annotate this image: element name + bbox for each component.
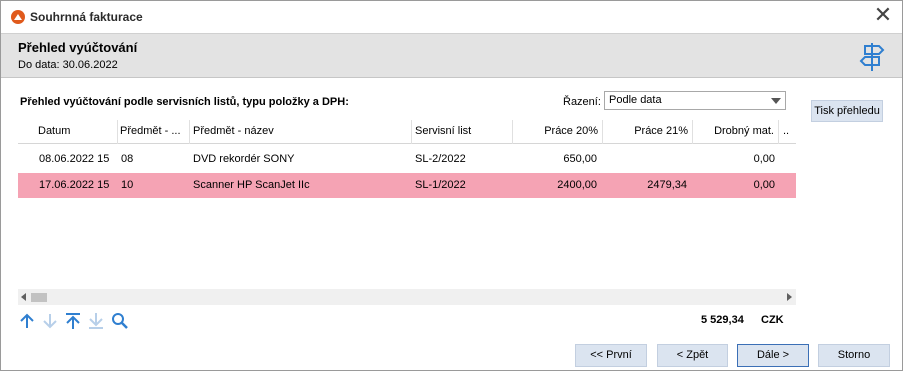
cell-servisni-list: SL-1/2022 — [415, 179, 466, 191]
horizontal-scrollbar[interactable] — [18, 289, 796, 305]
arrow-top-icon[interactable] — [64, 312, 82, 330]
table-row-selected[interactable]: 17.06.2022 15 10 Scanner HP ScanJet IIc … — [18, 173, 796, 198]
cell-predmet-nazev: DVD rekordér SONY — [193, 153, 295, 165]
cell-prace21 — [603, 147, 693, 172]
cell-predmet-kod: 08 — [121, 153, 134, 165]
column-header-datum[interactable]: Datum — [18, 120, 118, 144]
page-header: Přehled vyúčtování Do data: 30.06.2022 — [1, 33, 902, 78]
total-value: 5 529,34 — [701, 314, 744, 326]
cell-prace21: 2479,34 — [647, 179, 687, 191]
first-button[interactable]: << První — [575, 344, 647, 367]
column-header-prace20[interactable]: Práce 20% — [513, 120, 603, 144]
cell-prace20: 650,00 — [563, 153, 597, 165]
scroll-thumb[interactable] — [31, 293, 47, 302]
table-header: Datum Předmět - ... Předmět - název Serv… — [18, 120, 796, 144]
scroll-left-icon[interactable] — [21, 293, 26, 301]
app-logo-icon — [11, 10, 25, 24]
close-button[interactable]: ✕ — [871, 4, 895, 27]
cell-datum: 17.06.2022 15 — [39, 179, 110, 191]
column-header-drobny-mat[interactable]: Drobný mat. — [693, 120, 779, 144]
arrow-bottom-icon[interactable] — [87, 312, 105, 330]
cell-prace20: 2400,00 — [557, 179, 597, 191]
table-row[interactable]: 08.06.2022 15 08 DVD rekordér SONY SL-2/… — [18, 147, 796, 172]
next-button[interactable]: Dále > — [737, 344, 809, 367]
signpost-icon[interactable] — [859, 41, 885, 73]
cell-servisni-list: SL-2/2022 — [415, 153, 466, 165]
scroll-right-icon[interactable] — [787, 293, 792, 301]
cell-predmet-nazev: Scanner HP ScanJet IIc — [193, 179, 310, 191]
overview-table: Datum Předmět - ... Předmět - název Serv… — [18, 120, 796, 307]
cancel-button[interactable]: Storno — [818, 344, 890, 367]
cell-drobny-mat: 0,00 — [753, 153, 775, 165]
arrow-up-icon[interactable] — [18, 312, 36, 330]
search-icon[interactable] — [111, 312, 129, 330]
print-overview-button[interactable]: Tisk přehledu — [811, 100, 883, 122]
chevron-down-icon — [771, 98, 781, 104]
sort-label: Řazení: — [563, 96, 601, 108]
column-header-more[interactable]: .. — [779, 120, 796, 144]
column-header-prace21[interactable]: Práce 21% — [603, 120, 693, 144]
back-button[interactable]: < Zpět — [657, 344, 728, 367]
page-title: Přehled vyúčtování — [18, 40, 138, 55]
arrow-down-icon[interactable] — [41, 312, 59, 330]
column-header-servisni-list[interactable]: Servisní list — [412, 120, 513, 144]
column-header-predmet-kod[interactable]: Předmět - ... — [118, 120, 190, 144]
section-label: Přehled vyúčtování podle servisních list… — [20, 96, 349, 108]
page-subtitle: Do data: 30.06.2022 — [18, 59, 118, 71]
title-bar: Souhrnná fakturace ✕ — [1, 1, 902, 33]
cell-predmet-kod: 10 — [121, 179, 134, 191]
dialog-window: Souhrnná fakturace ✕ Přehled vyúčtování … — [0, 0, 903, 371]
window-title: Souhrnná fakturace — [30, 10, 143, 24]
cell-drobny-mat: 0,00 — [753, 179, 775, 191]
sort-select-value: Podle data — [609, 94, 662, 106]
total-currency: CZK — [761, 314, 784, 326]
column-header-predmet-nazev[interactable]: Předmět - název — [190, 120, 412, 144]
sort-select[interactable]: Podle data — [604, 91, 786, 110]
cell-datum: 08.06.2022 15 — [39, 153, 110, 165]
